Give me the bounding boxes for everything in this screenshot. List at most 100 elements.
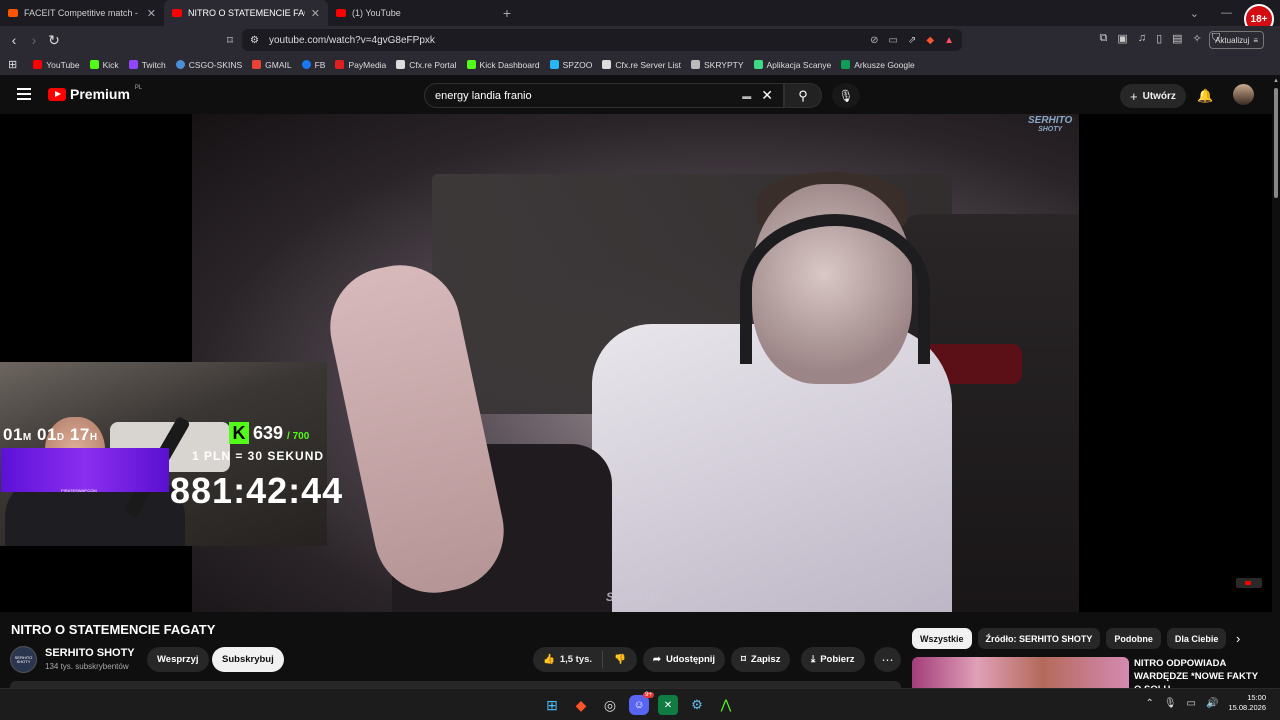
like-dislike-group: 👍 1,5 tys. 👎 [533, 647, 637, 672]
network-icon[interactable]: ▭ [1187, 698, 1196, 709]
bookmark-fb[interactable]: FB [301, 60, 325, 70]
back-icon[interactable]: ‹ [4, 32, 24, 48]
brave-rewards-icon[interactable]: ▲ [944, 35, 954, 46]
tab-youtube[interactable]: (1) YouTube [328, 0, 492, 26]
bookmark-spzoo[interactable]: SPZOO [549, 59, 593, 70]
update-label: Aktualizuj [1215, 35, 1250, 45]
bookmark-gmail[interactable]: GMAIL [252, 60, 292, 70]
apps-grid-icon[interactable]: ⊞ [8, 58, 17, 71]
youtube-premium-logo[interactable]: Premium PL [48, 85, 142, 102]
reload-icon[interactable]: ↻ [44, 32, 64, 49]
dislike-button[interactable]: 👎 [603, 654, 637, 665]
media-icon[interactable]: ♫ [1138, 32, 1146, 45]
tab-list-chevron-icon[interactable]: ⌄ [1190, 7, 1199, 20]
bookmark-youtube[interactable]: YouTube [33, 59, 80, 70]
bookmark-label: SKRYPTY [703, 59, 744, 70]
minimize-icon[interactable]: — [1221, 7, 1232, 19]
update-button[interactable]: Aktualizuj ≡ [1209, 31, 1264, 49]
video-player[interactable] [0, 114, 1272, 612]
chip-all[interactable]: Wszystkie [912, 628, 972, 649]
tab-nitro-video[interactable]: NITRO O STATEMENCIE FAGATY ✕ [164, 0, 328, 26]
youtube-icon [172, 9, 182, 17]
channel-name[interactable]: SERHITO SHOTY [45, 647, 135, 659]
extensions-icon[interactable]: ⧉ [1100, 32, 1108, 45]
bookmark-twitch[interactable]: Twitch [128, 60, 166, 70]
chrome-icon[interactable]: ◎ [600, 695, 620, 715]
sidebar-icon[interactable]: ▯ [1156, 32, 1162, 45]
create-button[interactable]: + Utwórz [1120, 84, 1186, 108]
scroll-up-icon[interactable]: ▲ [1273, 78, 1279, 84]
chevron-right-icon[interactable]: › [1236, 631, 1240, 646]
spzoo-icon [549, 60, 559, 69]
chip-similar[interactable]: Podobne [1106, 628, 1161, 649]
bookmark-paymedia[interactable]: PayMedia [335, 60, 386, 70]
subscribe-watermark-badge[interactable] [1236, 578, 1262, 588]
steam-icon[interactable]: ⚙ [687, 695, 707, 715]
close-tab-icon[interactable]: ✕ [311, 7, 320, 20]
search-query: energy landia franio [435, 89, 532, 102]
close-tab-icon[interactable]: ✕ [147, 7, 156, 20]
brave-shields-icon[interactable]: ◆ [926, 35, 934, 46]
scanye-icon [753, 60, 763, 69]
no-tracking-icon[interactable]: ⊘ [870, 35, 878, 46]
chip-source[interactable]: Źródło: SERHITO SHOTY [977, 628, 1101, 649]
brave-browser-icon[interactable]: ◆ [571, 695, 591, 715]
microphone-icon[interactable]: 🎙 [1164, 698, 1177, 709]
leo-ai-icon[interactable]: ✧ [1193, 32, 1202, 45]
bookmark-sheets[interactable]: Arkusze Google [841, 60, 915, 70]
menu-icon[interactable] [17, 88, 31, 103]
address-bar[interactable]: ⚙ youtube.com/watch?v=4gvG8eFPpxk ⊘ ▭ ⇗ … [242, 29, 962, 51]
cfx-app-icon[interactable]: ⋀ [716, 695, 736, 715]
forward-icon[interactable]: › [24, 32, 44, 48]
logo-text: Premium [70, 86, 130, 102]
tray-chevron-up-icon[interactable]: ⌃ [1145, 698, 1153, 709]
create-label: Utwórz [1142, 90, 1176, 102]
clock[interactable]: 15:00 15.08.2026 [1228, 693, 1266, 713]
tab-faceit[interactable]: FACEIT Competitive match - FACEIT ✕ [0, 0, 164, 26]
bookmark-kick[interactable]: Kick [89, 60, 119, 70]
discord-icon[interactable]: ☺ 9+ [629, 692, 654, 715]
like-button[interactable]: 👍 1,5 tys. [533, 651, 603, 668]
share-icon[interactable]: ⇗ [908, 35, 916, 46]
scrollbar-thumb[interactable] [1274, 88, 1278, 198]
page-scrollbar[interactable]: ▲ [1272, 76, 1280, 688]
bookmark-cfx-portal[interactable]: Cfx.re Portal [396, 60, 457, 70]
search-button[interactable]: ⚲ [784, 83, 822, 108]
wallet-icon[interactable]: ▤ [1172, 32, 1182, 45]
bookmark-kick-dashboard[interactable]: Kick Dashboard [466, 60, 540, 70]
recommendation-thumbnail[interactable] [912, 657, 1129, 688]
cfx-icon [602, 60, 612, 69]
excel-icon[interactable]: ✕ [658, 695, 678, 715]
more-actions-button[interactable]: ⋯ [874, 647, 901, 672]
search-input[interactable]: energy landia franio ▬ ✕ [424, 83, 784, 108]
new-tab-button[interactable]: + [496, 5, 518, 21]
bookmark-label: YouTube [46, 59, 80, 70]
bookmark-label: SPZOO [562, 59, 593, 70]
save-button[interactable]: ⌑ Zapisz [731, 647, 791, 672]
account-avatar[interactable] [1233, 84, 1254, 105]
chip-for-you[interactable]: Dla Ciebie [1166, 628, 1227, 649]
recommendation-title[interactable]: NITRO ODPOWIADA WARDĘDZE *NOWE FAKTY O S… [1134, 657, 1264, 688]
share-button[interactable]: ➦ Udostępnij [643, 647, 726, 672]
youtube-play-icon [48, 87, 66, 101]
windows-start-icon[interactable]: ⊞ [542, 695, 562, 715]
notifications-bell-icon[interactable]: 🔔 [1197, 88, 1213, 104]
site-settings-icon[interactable]: ⚙ [250, 35, 259, 46]
clear-search-icon[interactable]: ✕ [761, 87, 773, 104]
cast-icon[interactable]: ▭ [889, 35, 898, 46]
youtube-header: Premium PL energy landia franio ▬ ✕ ⚲ 🎙 +… [0, 76, 1280, 114]
bookmark-icon[interactable]: ⌑ [220, 34, 240, 47]
download-button[interactable]: ⤓ Pobierz [801, 647, 865, 672]
bookmark-scanye[interactable]: Aplikacja Scanye [753, 60, 831, 70]
channel-avatar[interactable]: SERHITO SHOTY [10, 646, 37, 673]
subscribe-button[interactable]: Subskrybuj [212, 647, 284, 672]
bookmark-cfx-server-list[interactable]: Cfx.re Server List [602, 60, 681, 70]
volume-icon[interactable]: 🔊 [1206, 698, 1218, 709]
bookmark-skrypty[interactable]: SKRYPTY [690, 59, 744, 70]
keyboard-icon[interactable]: ▬ [742, 91, 751, 101]
clock-time: 15:00 [1247, 693, 1266, 702]
support-button[interactable]: Wesprzyj [147, 647, 209, 672]
bookmark-csgo-skins[interactable]: CSGO-SKINS [175, 60, 242, 70]
screenshot-icon[interactable]: ▣ [1117, 32, 1127, 45]
voice-search-button[interactable]: 🎙 [832, 83, 860, 108]
